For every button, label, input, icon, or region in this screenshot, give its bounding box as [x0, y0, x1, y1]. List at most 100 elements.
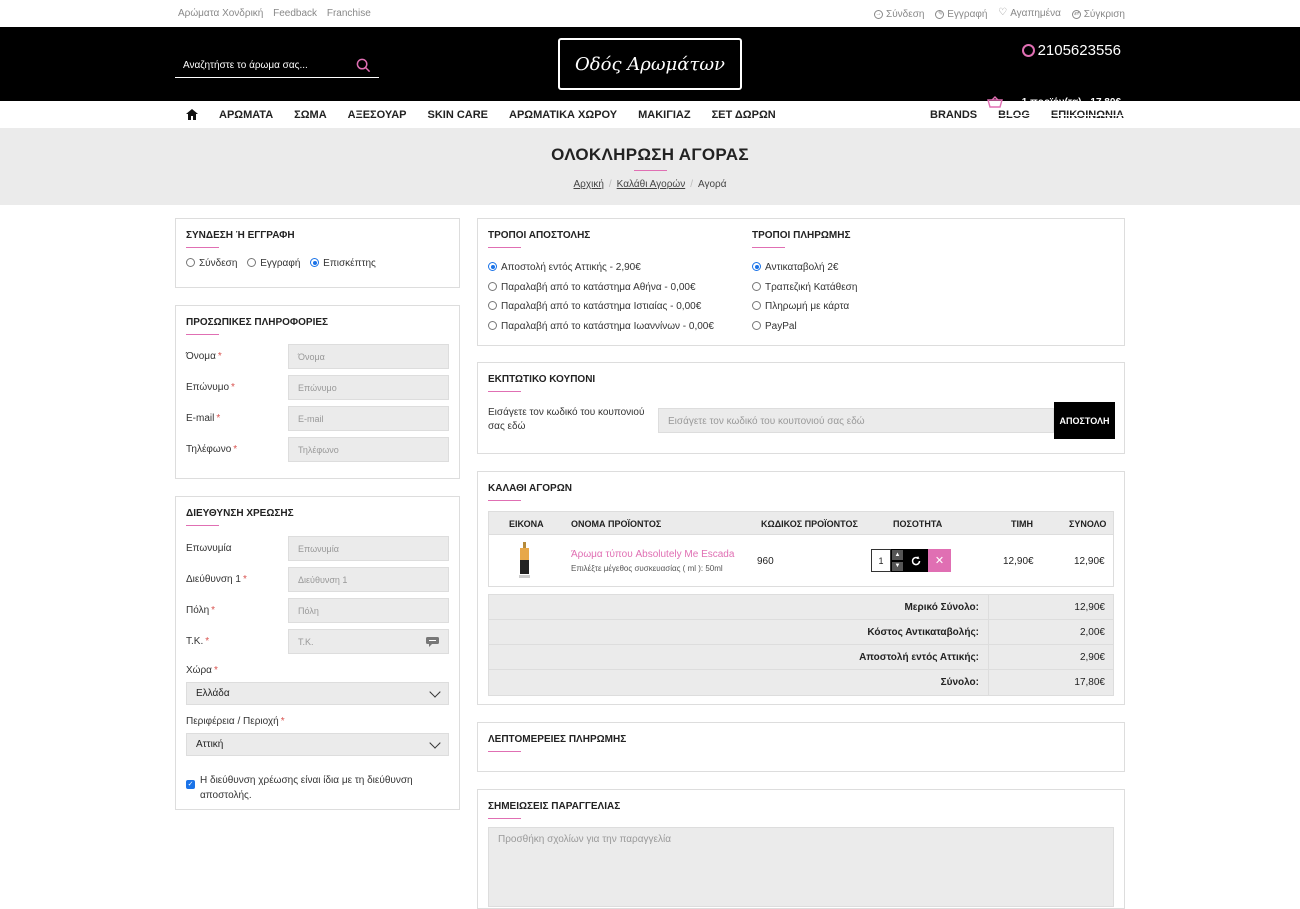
remove-item-button[interactable]: ✕: [928, 549, 951, 572]
compare-link[interactable]: ⇄ Σύγκριση: [1071, 9, 1125, 20]
shipping-option[interactable]: Παραλαβή από το κατάστημα Αθήνα - 0,00€: [488, 278, 714, 298]
nav-item-gift-sets[interactable]: ΣΕΤ ΔΩΡΩΝ: [712, 109, 776, 121]
mini-cart[interactable]: 1 προϊόν(τα) - 17,80€: [983, 89, 1125, 116]
basket-icon: [987, 96, 1003, 108]
radio-login[interactable]: [186, 258, 195, 267]
account-option-register[interactable]: Εγγραφή: [247, 258, 300, 269]
register-link[interactable]: ✎ Εγγραφή: [935, 9, 987, 20]
section-underline: [488, 500, 521, 501]
cart-totals: Μερικό Σύνολο: 12,90€ Κόστος Αντικαταβολή…: [488, 594, 1114, 696]
radio-payment-2[interactable]: [752, 301, 761, 311]
radio-shipping-2[interactable]: [488, 301, 497, 311]
coupon-title: ΕΚΠΤΩΤΙΚΟ ΚΟΥΠΟΝΙ: [488, 374, 596, 385]
email-row: E-mail * E-mail: [186, 406, 449, 431]
same-address-option[interactable]: ✓ Η διεύθυνση χρέωσης είναι ίδια με τη δ…: [186, 773, 416, 803]
first-name-field[interactable]: Όνομα: [288, 344, 449, 369]
account-title: ΣΥΝΔΕΣΗ Ή ΕΓΓΡΑΦΗ: [186, 230, 295, 241]
search-bar[interactable]: Αναζητήστε το άρωμα σας...: [175, 53, 379, 78]
chat-icon[interactable]: [426, 636, 439, 647]
site-logo[interactable]: Οδός Αρωμάτων: [558, 38, 742, 90]
radio-payment-0[interactable]: [752, 262, 761, 271]
home-icon[interactable]: [186, 109, 198, 120]
nav-item-makeup[interactable]: ΜΑΚΙΓΙΑΖ: [638, 109, 690, 121]
payment-option[interactable]: Αντικαταβολή 2€: [752, 258, 857, 278]
nav-item-room-fragrances[interactable]: ΑΡΩΜΑΤΙΚΑ ΧΩΡΟΥ: [509, 109, 617, 121]
logo-text: Οδός Αρωμάτων: [575, 53, 725, 75]
same-address-checkbox[interactable]: ✓: [186, 780, 195, 789]
wishlist-link[interactable]: ♡ Αγαπημένα: [998, 8, 1061, 20]
shipping-option[interactable]: Αποστολή εντός Αττικής - 2,90€: [488, 258, 714, 278]
billing-title: ΔΙΕΥΘΥΝΣΗ ΧΡΕΩΣΗΣ: [186, 508, 294, 519]
company-label: Επωνυμία: [186, 543, 232, 554]
postcode-field[interactable]: Τ.Κ.: [288, 629, 449, 654]
nav-item-accessories[interactable]: ΑΞΕΣΟΥΑΡ: [348, 109, 407, 121]
nav-item-brands[interactable]: BRANDS: [930, 109, 977, 121]
option-label: Εγγραφή: [260, 258, 301, 269]
chevron-down-icon: [429, 736, 441, 749]
refresh-quantity-button[interactable]: [904, 549, 928, 572]
radio-shipping-3[interactable]: [488, 321, 497, 331]
quantity-stepper: 1 ▲ ▼ ✕: [871, 549, 951, 572]
radio-payment-3[interactable]: [752, 321, 761, 331]
account-option-guest[interactable]: Επισκέπτης: [310, 258, 376, 269]
radio-payment-1[interactable]: [752, 281, 761, 291]
radio-shipping-0[interactable]: [488, 262, 497, 271]
account-option-login[interactable]: Σύνδεση: [186, 258, 237, 269]
cart-summary: 1 προϊόν(τα) - 17,80€: [1021, 96, 1121, 108]
col-name: ΟΝΟΜΑ ΠΡΟΪΟΝΤΟΣ: [571, 519, 662, 529]
product-image[interactable]: [519, 542, 530, 578]
country-select[interactable]: Ελλάδα: [186, 682, 449, 705]
search-input[interactable]: Αναζητήστε το άρωμα σας...: [183, 60, 308, 71]
phone-field[interactable]: Τηλέφωνο: [288, 437, 449, 462]
payment-option[interactable]: PayPal: [752, 317, 857, 337]
breadcrumb-current: Αγορά: [697, 179, 727, 190]
item-total: 12,90€: [1074, 556, 1105, 567]
section-underline: [186, 334, 219, 335]
radio-guest[interactable]: [310, 258, 320, 267]
region-select[interactable]: Αττική: [186, 733, 449, 756]
shipping-cost-value: 2,90€: [989, 645, 1113, 669]
product-name-link[interactable]: Άρωμα τύπου Absolutely Me Escada: [571, 549, 734, 560]
email-label: E-mail *: [186, 413, 221, 424]
breadcrumb-cart[interactable]: Καλάθι Αγορών: [617, 179, 686, 190]
payment-option[interactable]: Τραπεζική Κατάθεση: [752, 278, 857, 298]
first-name-label: Όνομα *: [186, 351, 222, 362]
login-link[interactable]: → Σύνδεση: [874, 9, 924, 20]
search-icon[interactable]: [356, 58, 371, 73]
quantity-arrows: ▲ ▼: [891, 549, 904, 572]
section-underline: [488, 247, 521, 248]
phone-number[interactable]: 2105623556: [1021, 42, 1121, 59]
order-notes-textarea[interactable]: Προσθήκη σχολίων για την παραγγελία: [488, 827, 1114, 907]
close-icon: ✕: [934, 555, 945, 567]
coupon-input[interactable]: Εισάγετε τον κωδικό του κουπονιού σας εδ…: [658, 408, 1054, 433]
franchise-link[interactable]: Franchise: [327, 8, 371, 19]
nav-item-body[interactable]: ΣΩΜΑ: [294, 109, 327, 121]
shipping-option[interactable]: Παραλαβή από το κατάστημα Ιστιαίας - 0,0…: [488, 297, 714, 317]
email-field[interactable]: E-mail: [288, 406, 449, 431]
radio-register[interactable]: [247, 258, 257, 267]
decrement-icon[interactable]: ▼: [891, 560, 904, 572]
cart-box: ΚΑΛΑΘΙ ΑΓΟΡΩΝ ΕΙΚΟΝΑ ΟΝΟΜΑ ΠΡΟΪΟΝΤΟΣ ΚΩΔ…: [477, 471, 1125, 705]
payment-option[interactable]: Πληρωμή με κάρτα: [752, 297, 857, 317]
last-name-field[interactable]: Επώνυμο: [288, 375, 449, 400]
option-label: Επισκέπτης: [323, 258, 376, 269]
section-underline: [186, 525, 219, 526]
increment-icon[interactable]: ▲: [891, 549, 904, 561]
nav-item-skin-care[interactable]: SKIN CARE: [428, 109, 489, 121]
radio-shipping-1[interactable]: [488, 281, 497, 291]
quantity-input[interactable]: 1: [871, 549, 891, 572]
city-field[interactable]: Πόλη: [288, 598, 449, 623]
feedback-link[interactable]: Feedback: [273, 8, 317, 19]
breadcrumb-separator: /: [608, 179, 612, 190]
breadcrumb-home[interactable]: Αρχική: [574, 179, 604, 190]
region-label: Περιφέρεια / Περιοχή *: [186, 716, 285, 727]
shipping-option[interactable]: Παραλαβή από το κατάστημα Ιωαννίνων - 0,…: [488, 317, 714, 337]
payment-methods: ΤΡΟΠΟΙ ΠΛΗΡΩΜΗΣ: [742, 219, 942, 248]
coupon-submit-button[interactable]: ΑΠΟΣΤΟΛΗ: [1054, 402, 1115, 439]
address-field[interactable]: Διεύθυνση 1: [288, 567, 449, 592]
section-underline: [488, 391, 521, 392]
company-field[interactable]: Επωνυμία: [288, 536, 449, 561]
nav-item-perfumes[interactable]: ΑΡΩΜΑΤΑ: [219, 109, 273, 121]
account-links: → Σύνδεση ✎ Εγγραφή ♡ Αγαπημένα ⇄ Σύγκριση: [866, 7, 1125, 20]
wholesale-link[interactable]: Αρώματα Χονδρική: [178, 8, 263, 19]
